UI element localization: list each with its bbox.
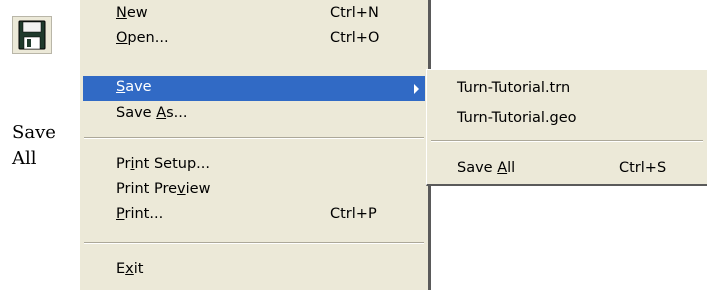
menu-item-save-as[interactable]: Save As... — [83, 102, 425, 127]
submenu-separator — [431, 140, 703, 142]
submenu-item-geo[interactable]: Turn-Tutorial.geo — [431, 107, 703, 131]
submenu-item-save-all[interactable]: Save All Ctrl+S — [431, 157, 703, 181]
menu-item-print-setup-label: Print Setup... — [116, 156, 211, 172]
menu-separator — [84, 242, 424, 244]
submenu-item-trn-label: Turn-Tutorial.trn — [457, 80, 571, 96]
menu-item-save-as-label: Save As... — [116, 105, 188, 121]
menu-item-save[interactable]: Save — [83, 76, 425, 101]
file-menu: New Ctrl+N Open... Ctrl+O Save Save As..… — [80, 0, 431, 290]
menu-item-new-shortcut: Ctrl+N — [330, 5, 379, 21]
menu-separator — [84, 137, 424, 139]
menu-item-open-shortcut: Ctrl+O — [330, 30, 380, 46]
menu-item-print-preview[interactable]: Print Preview — [83, 178, 425, 203]
menu-item-print-shortcut: Ctrl+P — [330, 206, 377, 222]
menu-item-new[interactable]: New Ctrl+N — [83, 2, 425, 27]
save-toolbar-button[interactable] — [12, 16, 52, 54]
menu-item-new-label: New — [116, 5, 148, 21]
menu-item-open-label: Open... — [116, 30, 169, 46]
menu-item-print-setup[interactable]: Print Setup... — [83, 153, 425, 178]
menu-item-open[interactable]: Open... Ctrl+O — [83, 27, 425, 52]
submenu-item-save-all-shortcut: Ctrl+S — [619, 160, 667, 176]
submenu-item-geo-label: Turn-Tutorial.geo — [457, 110, 577, 126]
submenu-arrow-icon — [414, 84, 419, 94]
caption-line-1: Save — [12, 122, 56, 143]
menu-item-print[interactable]: Print... Ctrl+P — [83, 203, 425, 228]
menu-item-exit[interactable]: Exit — [83, 258, 425, 283]
menu-item-save-label: Save — [116, 79, 152, 95]
submenu-item-trn[interactable]: Turn-Tutorial.trn — [431, 77, 703, 101]
menu-item-print-preview-label: Print Preview — [116, 181, 211, 197]
save-submenu: Turn-Tutorial.trn Turn-Tutorial.geo Save… — [426, 69, 707, 186]
floppy-disk-icon — [18, 20, 46, 50]
menu-item-print-label: Print... — [116, 206, 164, 222]
menu-item-exit-label: Exit — [116, 261, 144, 277]
save-all-caption: Save All — [12, 120, 72, 172]
submenu-item-save-all-label: Save All — [457, 160, 516, 176]
caption-line-2: All — [12, 148, 37, 169]
